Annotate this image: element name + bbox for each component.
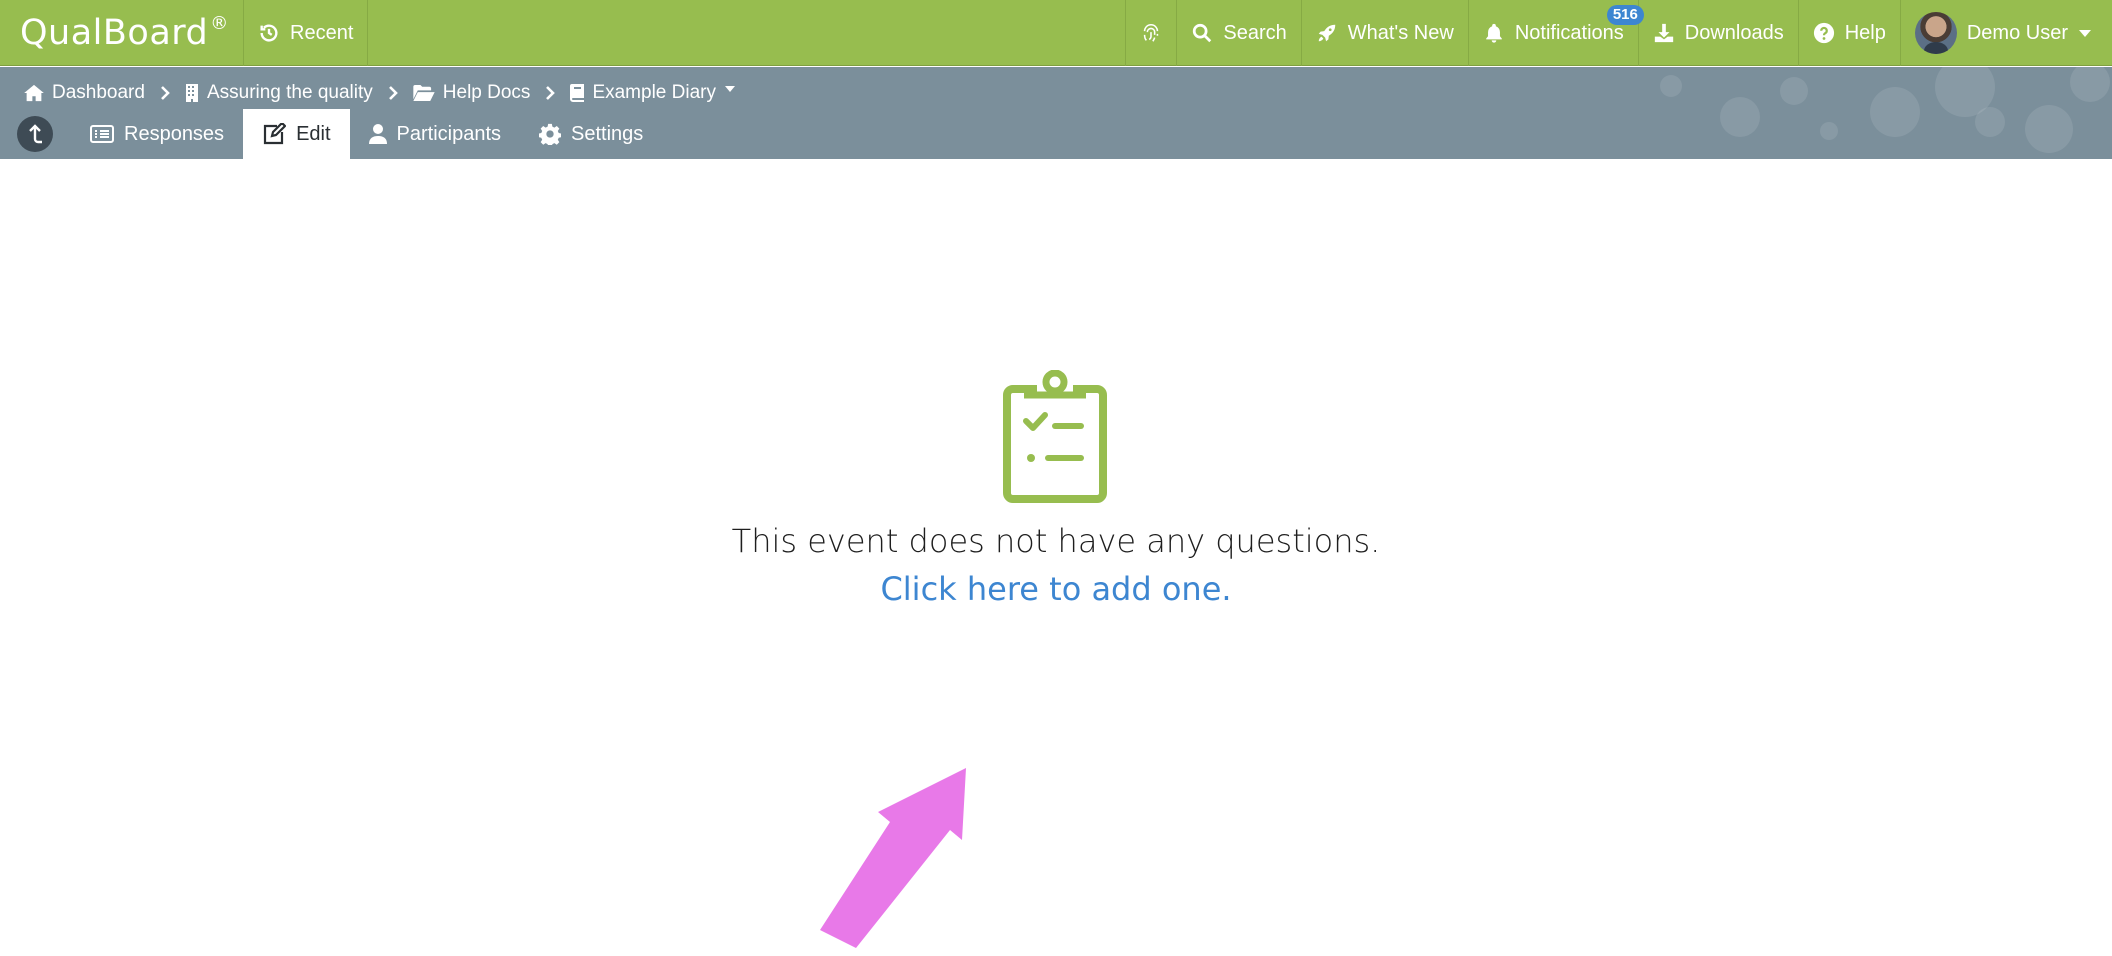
level-up-icon <box>29 124 42 144</box>
decor-bokeh <box>1780 77 1808 105</box>
rocket-icon <box>1318 24 1335 42</box>
event-editor-main: This event does not have any questions. … <box>0 160 2112 956</box>
empty-state-message: This event does not have any questions. <box>731 522 1381 560</box>
breadcrumb-label: Assuring the quality <box>206 82 373 103</box>
caret-down-icon <box>724 86 735 92</box>
tab-label: Settings <box>571 122 644 145</box>
breadcrumb-item-folder[interactable]: Help Docs <box>413 82 531 104</box>
search-label: Search <box>1223 21 1287 44</box>
level-up-button[interactable] <box>17 116 53 152</box>
decor-bokeh <box>1720 97 1760 137</box>
home-icon <box>24 84 44 102</box>
search-icon <box>1193 23 1212 43</box>
breadcrumb-label: Dashboard <box>52 82 145 103</box>
tab-label: Participants <box>396 122 502 145</box>
chevron-right-icon <box>546 86 556 100</box>
chevron-right-icon <box>388 86 398 100</box>
folder-open-icon <box>413 85 435 101</box>
notifications-button[interactable]: Notifications 516 <box>1469 0 1644 66</box>
fingerprint-button[interactable] <box>1125 0 1178 66</box>
tab-edit[interactable]: Edit <box>243 109 350 159</box>
notifications-label: Notifications <box>1514 21 1624 44</box>
annotation-arrow-icon <box>820 768 966 948</box>
downloads-label: Downloads <box>1684 21 1784 44</box>
building-icon <box>185 84 198 102</box>
brand-mark: ® <box>210 12 229 34</box>
breadcrumb-label: Example Diary <box>592 82 716 103</box>
decor-bokeh <box>1975 107 2005 137</box>
list-alt-icon <box>90 125 114 143</box>
user-menu[interactable]: Demo User <box>1901 0 2112 66</box>
breadcrumb-label: Help Docs <box>442 82 531 103</box>
decor-bokeh <box>1870 87 1920 137</box>
breadcrumb-item-dashboard[interactable]: Dashboard <box>24 82 145 104</box>
decor-bokeh <box>2070 67 2110 102</box>
breadcrumb: Dashboard Assuring the quality Help Docs… <box>24 75 736 111</box>
user-name: Demo User <box>1966 21 2068 44</box>
decor-bokeh <box>1820 122 1838 140</box>
clipboard-checklist-icon <box>1003 370 1107 503</box>
question-circle-icon <box>1813 22 1834 44</box>
breadcrumb-item-project[interactable]: Assuring the quality <box>185 82 373 104</box>
whats-new-button[interactable]: What's New <box>1302 0 1469 66</box>
brand-logo[interactable]: QualBoard ® <box>0 0 244 66</box>
bell-icon <box>1486 23 1502 43</box>
downloads-button[interactable]: Downloads <box>1639 0 1799 66</box>
history-icon <box>260 24 278 42</box>
download-icon <box>1654 23 1673 43</box>
brand-name: QualBoard <box>20 13 209 53</box>
search-button[interactable]: Search <box>1177 0 1302 66</box>
decor-bokeh <box>2025 105 2073 153</box>
project-subheader: Dashboard Assuring the quality Help Docs… <box>0 67 2112 159</box>
gear-icon <box>539 123 562 145</box>
tab-settings[interactable]: Settings <box>520 109 662 159</box>
tab-label: Responses <box>124 122 225 145</box>
book-icon <box>570 84 585 102</box>
tab-participants[interactable]: Participants <box>350 109 521 159</box>
breadcrumb-item-event[interactable]: Example Diary <box>570 82 736 104</box>
edit-icon <box>263 123 287 145</box>
chevron-right-icon <box>161 86 170 100</box>
add-question-link[interactable]: Click here to add one. <box>0 570 2112 608</box>
top-navbar: QualBoard ® Recent Search What's New Noti… <box>0 0 2112 66</box>
recent-button[interactable]: Recent <box>244 0 369 66</box>
decor-bokeh <box>1660 75 1682 97</box>
recent-label: Recent <box>290 21 354 44</box>
avatar <box>1914 12 1957 54</box>
fingerprint-icon <box>1144 23 1159 42</box>
tab-label: Edit <box>296 122 331 145</box>
tab-responses[interactable]: Responses <box>71 109 243 159</box>
user-icon <box>368 124 387 144</box>
whats-new-label: What's New <box>1347 21 1454 44</box>
event-tabs: Responses Edit Participants Settings <box>0 109 662 159</box>
help-label: Help <box>1844 21 1886 44</box>
caret-down-icon <box>2079 30 2091 37</box>
help-button[interactable]: Help <box>1799 0 1901 66</box>
